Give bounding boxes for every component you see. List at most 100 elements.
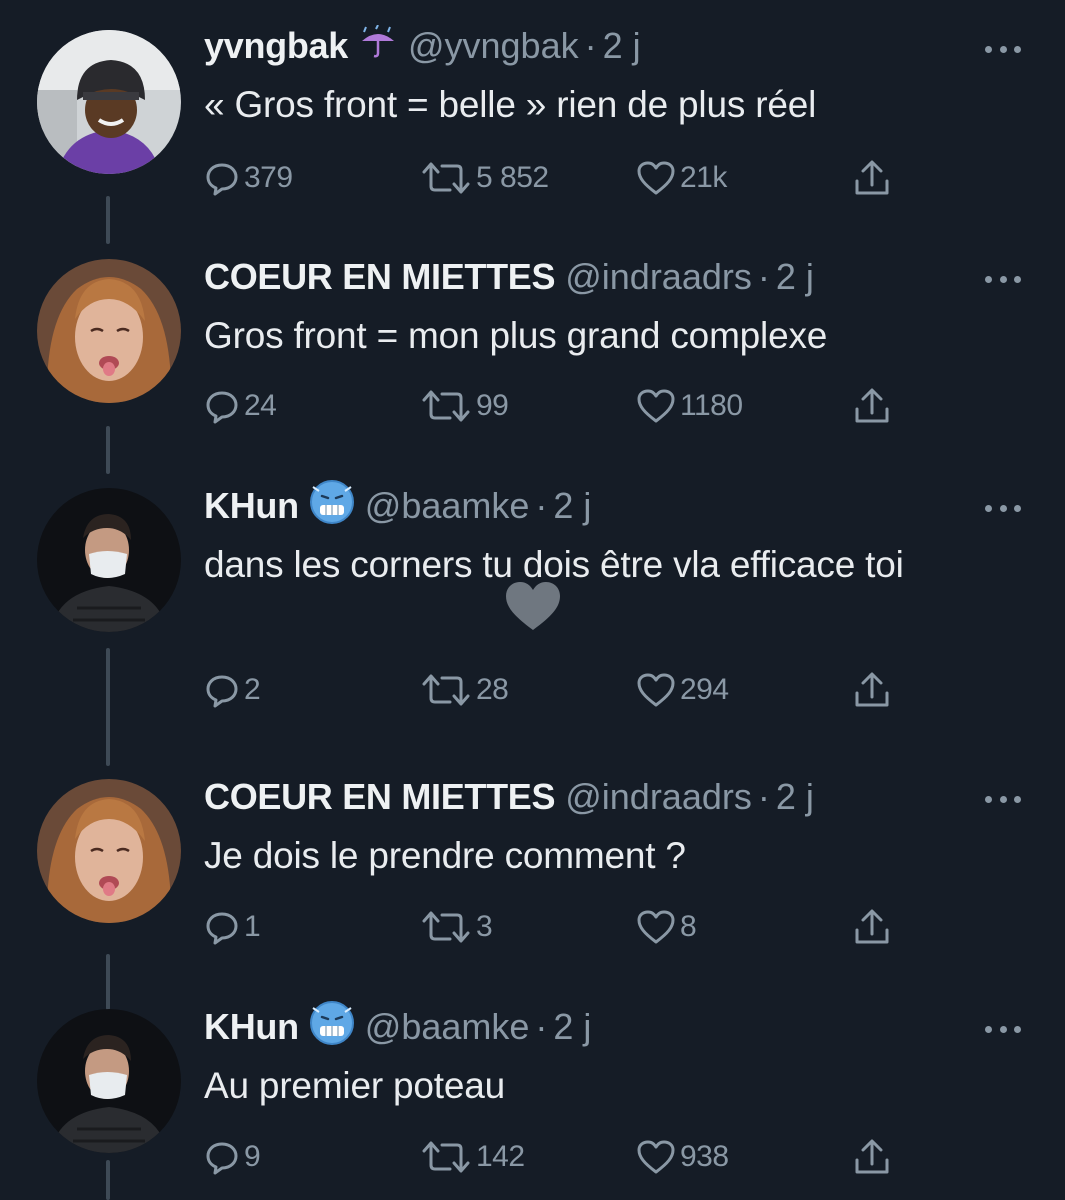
- like-button[interactable]: 8: [636, 907, 697, 947]
- share-button[interactable]: [852, 670, 892, 710]
- share-icon: [855, 672, 889, 707]
- author-handle[interactable]: @yvngbak: [408, 25, 579, 67]
- retweet-count: 3: [476, 910, 493, 943]
- author-name[interactable]: COEUR EN MIETTES: [204, 256, 556, 298]
- avatar[interactable]: [37, 1009, 181, 1153]
- retweet-icon: [422, 911, 470, 943]
- author-name[interactable]: KHun: [204, 1006, 299, 1048]
- author-handle[interactable]: @indraadrs: [565, 256, 752, 298]
- heart-icon: [637, 389, 675, 423]
- like-count: 8: [680, 910, 697, 943]
- heart-icon: [637, 910, 675, 944]
- reply-icon: [206, 163, 238, 196]
- retweet-count: 5 852: [476, 161, 549, 194]
- more-options-icon[interactable]: [985, 794, 1021, 804]
- timestamp[interactable]: 2 j: [603, 25, 641, 67]
- more-options-icon[interactable]: [985, 44, 1021, 54]
- retweet-icon: [422, 162, 470, 194]
- like-button[interactable]: 294: [636, 670, 729, 710]
- heart-icon: [637, 673, 675, 707]
- tweet-header: COEUR EN MIETTES @indraadrs · 2 j: [204, 255, 814, 299]
- reply-button[interactable]: 24: [204, 386, 277, 426]
- reply-count: 379: [244, 161, 293, 194]
- tweet-actions: 24 99 1180: [204, 386, 924, 426]
- heart-watermark-icon: [504, 580, 562, 632]
- tweet[interactable]: yvngbak @yvngbak · 2 j « Gros front = be…: [0, 0, 1065, 240]
- tweet-text: « Gros front = belle » rien de plus réel: [204, 84, 817, 125]
- retweet-button[interactable]: 99: [420, 386, 509, 426]
- tweet-text: Au premier poteau: [204, 1065, 506, 1106]
- more-options-icon[interactable]: [985, 503, 1021, 513]
- tweet-text: dans les corners tu dois être vla effica…: [204, 544, 904, 585]
- share-button[interactable]: [852, 907, 892, 947]
- more-options-icon[interactable]: [985, 1024, 1021, 1034]
- retweet-button[interactable]: 5 852: [420, 158, 549, 198]
- author-name[interactable]: COEUR EN MIETTES: [204, 776, 556, 818]
- reply-button[interactable]: 2: [204, 670, 261, 710]
- reply-button[interactable]: 1: [204, 907, 261, 947]
- avatar[interactable]: [37, 30, 181, 174]
- retweet-icon: [422, 1141, 470, 1173]
- more-options-icon[interactable]: [985, 274, 1021, 284]
- reply-count: 24: [244, 389, 277, 422]
- tweet[interactable]: COEUR EN MIETTES @indraadrs · 2 j Gros f…: [0, 255, 1065, 455]
- reply-count: 9: [244, 1140, 261, 1173]
- author-handle[interactable]: @baamke: [365, 485, 530, 527]
- reply-button[interactable]: 379: [204, 158, 293, 198]
- like-button[interactable]: 938: [636, 1137, 729, 1177]
- like-button[interactable]: 1180: [636, 386, 743, 426]
- tweet-thread: yvngbak @yvngbak · 2 j « Gros front = be…: [0, 0, 1065, 1200]
- umbrella-rain-icon: [358, 24, 398, 68]
- separator-dot: ·: [584, 25, 597, 66]
- like-count: 938: [680, 1140, 729, 1173]
- reply-button[interactable]: 9: [204, 1137, 261, 1177]
- like-button[interactable]: 21k: [636, 158, 727, 198]
- share-icon: [855, 160, 889, 195]
- author-handle[interactable]: @indraadrs: [565, 776, 752, 818]
- author-handle[interactable]: @baamke: [365, 1006, 530, 1048]
- reply-count: 2: [244, 673, 261, 706]
- share-button[interactable]: [852, 1137, 892, 1177]
- avatar[interactable]: [37, 779, 181, 923]
- share-icon: [855, 388, 889, 423]
- timestamp[interactable]: 2 j: [553, 1006, 591, 1048]
- timestamp[interactable]: 2 j: [776, 776, 814, 818]
- retweet-icon: [422, 390, 470, 422]
- separator-dot: ·: [757, 776, 770, 817]
- tweet-header: yvngbak @yvngbak · 2 j: [204, 24, 641, 68]
- author-name[interactable]: yvngbak: [204, 25, 348, 67]
- retweet-count: 28: [476, 673, 509, 706]
- tweet-actions: 1 3 8: [204, 907, 924, 947]
- tweet-actions: 379 5 852 21k: [204, 158, 924, 198]
- retweet-button[interactable]: 3: [420, 907, 493, 947]
- cold-face-icon: [309, 1000, 355, 1055]
- retweet-button[interactable]: 142: [420, 1137, 525, 1177]
- timestamp[interactable]: 2 j: [776, 256, 814, 298]
- avatar[interactable]: [37, 259, 181, 403]
- tweet-header: KHun @baamke · 2 j: [204, 1000, 591, 1049]
- cold-face-icon: [309, 479, 355, 534]
- heart-icon: [637, 1140, 675, 1174]
- tweet[interactable]: KHun @baamke · 2 j Au premier poteau 9 1…: [0, 1000, 1065, 1200]
- tweet-header: COEUR EN MIETTES @indraadrs · 2 j: [204, 775, 814, 819]
- retweet-icon: [422, 674, 470, 706]
- retweet-count: 99: [476, 389, 509, 422]
- share-button[interactable]: [852, 158, 892, 198]
- tweet-text: Gros front = mon plus grand complexe: [204, 315, 828, 356]
- retweet-count: 142: [476, 1140, 525, 1173]
- tweet-actions: 9 142 938: [204, 1137, 924, 1177]
- timestamp[interactable]: 2 j: [553, 485, 591, 527]
- reply-icon: [206, 391, 238, 424]
- separator-dot: ·: [757, 256, 770, 297]
- avatar[interactable]: [37, 488, 181, 632]
- retweet-button[interactable]: 28: [420, 670, 509, 710]
- reply-icon: [206, 675, 238, 708]
- tweet-actions: 2 28 294: [204, 670, 924, 710]
- reply-icon: [206, 1142, 238, 1175]
- like-count: 1180: [680, 389, 743, 422]
- share-icon: [855, 1139, 889, 1174]
- tweet[interactable]: COEUR EN MIETTES @indraadrs · 2 j Je doi…: [0, 775, 1065, 975]
- author-name[interactable]: KHun: [204, 485, 299, 527]
- share-button[interactable]: [852, 386, 892, 426]
- reply-icon: [206, 912, 238, 945]
